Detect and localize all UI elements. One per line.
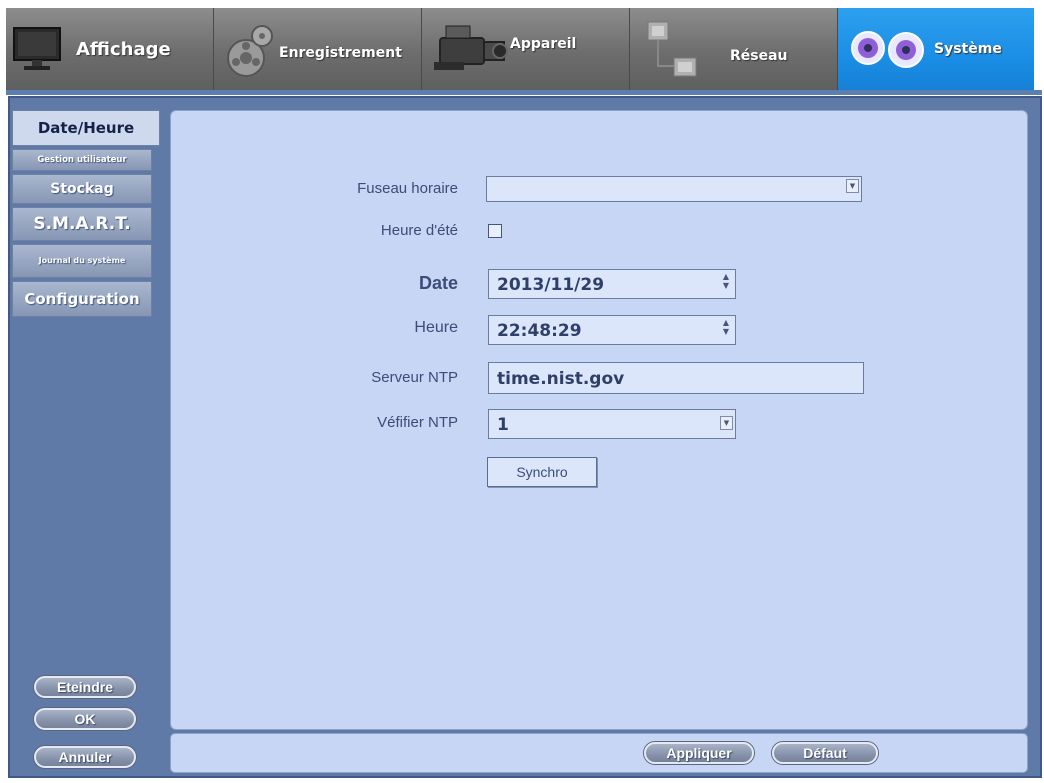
- ntp-server-input[interactable]: time.nist.gov: [488, 362, 864, 394]
- ntp-check-select[interactable]: 1 ▼: [488, 409, 736, 439]
- sidebar-item-stockage[interactable]: Stockag: [12, 174, 152, 204]
- tab-label: Enregistrement: [279, 45, 402, 61]
- network-icon: [647, 21, 697, 77]
- chevron-down-icon: ▼: [720, 416, 733, 430]
- time-label: Heure: [414, 319, 458, 336]
- date-field[interactable]: 2013/11/29 ▲ ▼: [488, 269, 736, 299]
- time-field[interactable]: 22:48:29 ▲ ▼: [488, 315, 736, 345]
- gears-icon: [851, 31, 924, 68]
- timezone-label: Fuseau horaire: [357, 180, 458, 197]
- film-reel-icon: [227, 25, 273, 77]
- default-button[interactable]: Défaut: [772, 742, 878, 764]
- tab-label: Système: [934, 41, 1002, 57]
- sidebar-item-gestion-utilisateur[interactable]: Gestion utilisateur: [12, 149, 152, 171]
- sidebar-item-configuration[interactable]: Configuration: [12, 281, 152, 317]
- date-stepper-icon[interactable]: ▲ ▼: [720, 272, 732, 292]
- cancel-button[interactable]: Annuler: [34, 746, 136, 768]
- sidebar-item-smart[interactable]: S.M.A.R.T.: [12, 207, 152, 241]
- dst-checkbox[interactable]: [488, 224, 502, 238]
- shutdown-button[interactable]: Eteindre: [34, 676, 136, 698]
- dst-label: Heure d'été: [380, 222, 458, 239]
- camcorder-icon: [434, 25, 508, 70]
- tab-label: Réseau: [730, 48, 788, 64]
- apply-button[interactable]: Appliquer: [644, 742, 754, 764]
- sidebar-item-date-heure[interactable]: Date/Heure: [12, 110, 160, 146]
- sidebar: Date/Heure Gestion utilisateur Stockag S…: [10, 110, 160, 320]
- ok-button[interactable]: OK: [34, 708, 136, 730]
- ntp-server-label: Serveur NTP: [371, 369, 458, 386]
- tab-affichage[interactable]: Affichage: [6, 8, 214, 90]
- tab-appareil[interactable]: Appareil: [422, 8, 630, 90]
- tab-label: Affichage: [76, 39, 171, 60]
- date-value: 2013/11/29: [497, 275, 605, 295]
- tab-label: Appareil: [510, 36, 577, 52]
- tab-reseau[interactable]: Réseau: [630, 8, 838, 90]
- monitor-icon: [13, 27, 61, 70]
- footer-panel: [170, 733, 1028, 773]
- tab-underline: [6, 90, 1042, 95]
- ntp-check-label: Véfifier NTP: [377, 414, 458, 431]
- chevron-down-icon: ▼: [846, 179, 859, 193]
- time-stepper-icon[interactable]: ▲ ▼: [720, 318, 732, 338]
- tab-systeme[interactable]: Système: [838, 8, 1034, 90]
- main-tab-bar: Affichage Enregistrement Appareil Réseau…: [6, 8, 1042, 90]
- ntp-check-value: 1: [497, 415, 509, 435]
- sync-button[interactable]: Synchro: [487, 457, 597, 487]
- date-label: Date: [418, 273, 458, 293]
- tab-enregistrement[interactable]: Enregistrement: [214, 8, 422, 90]
- timezone-select[interactable]: ▼: [486, 176, 862, 202]
- time-value: 22:48:29: [497, 321, 582, 341]
- sidebar-item-journal[interactable]: Journal du système: [12, 244, 152, 278]
- ntp-server-value: time.nist.gov: [497, 369, 625, 389]
